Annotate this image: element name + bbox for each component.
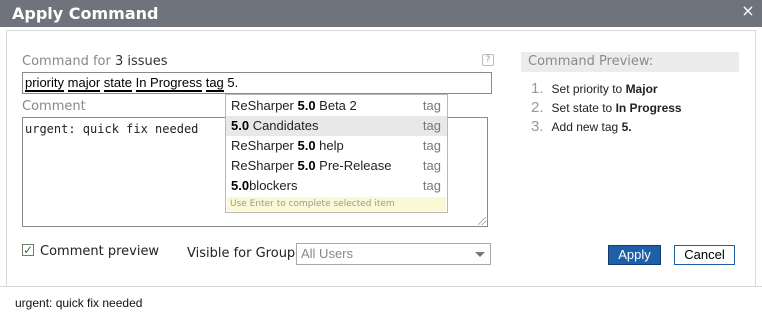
suggestion-type: tag bbox=[422, 98, 441, 113]
command-input[interactable]: priority major state In Progress tag 5. bbox=[22, 72, 492, 94]
suggestion-hint: Use Enter to complete selected item bbox=[227, 197, 446, 211]
suggestion-type: tag bbox=[422, 118, 441, 133]
preview-item-number: 1. bbox=[531, 80, 544, 97]
preview-item-text: Set state to bbox=[551, 101, 613, 115]
command-preview-title: Command Preview: bbox=[521, 52, 739, 72]
dialog-titlebar: Apply Command × bbox=[0, 0, 762, 27]
command-token: tag bbox=[205, 75, 224, 92]
suggestion-type: tag bbox=[422, 138, 441, 153]
issue-count: 3 issues bbox=[114, 54, 168, 69]
command-token: major bbox=[67, 75, 101, 92]
visible-group-select[interactable]: All Users bbox=[296, 243, 491, 265]
preview-item-value: 5. bbox=[621, 120, 632, 134]
chevron-down-icon bbox=[475, 252, 485, 257]
preview-item-number: 3. bbox=[531, 118, 544, 135]
suggestion-type: tag bbox=[422, 158, 441, 173]
resize-grip-icon[interactable] bbox=[478, 217, 486, 225]
preview-item-value: In Progress bbox=[615, 101, 682, 115]
comment-preview-checkbox[interactable]: ✓ bbox=[22, 244, 34, 256]
comment-preview-text: urgent: quick fix needed bbox=[15, 296, 143, 310]
suggestion-dropdown: ReSharper 5.0 Beta 2 tag 5.0 Candidates … bbox=[225, 94, 448, 213]
apply-button[interactable]: Apply bbox=[608, 245, 661, 265]
comment-label: Comment bbox=[22, 99, 86, 114]
suggestion-item[interactable]: ReSharper 5.0 Beta 2 tag bbox=[226, 96, 447, 116]
cancel-button[interactable]: Cancel bbox=[674, 245, 735, 265]
command-label: Command for 3 issues bbox=[22, 54, 168, 69]
close-icon[interactable]: × bbox=[740, 3, 756, 19]
suggestion-item[interactable]: ReSharper 5.0 Pre-Release tag bbox=[226, 156, 447, 176]
dialog-title: Apply Command bbox=[12, 4, 159, 23]
command-token-current: 5. bbox=[227, 75, 239, 90]
preview-item: 1. Set priority to Major bbox=[531, 80, 658, 97]
visible-group-label: Visible for Group: bbox=[187, 246, 300, 261]
comment-preview-label[interactable]: Comment preview bbox=[40, 244, 159, 259]
suggestion-item[interactable]: 5.0blockers tag bbox=[226, 176, 447, 196]
preview-item-text: Set priority to bbox=[551, 82, 623, 96]
preview-item-value: Major bbox=[625, 82, 658, 96]
command-label-prefix: Command for bbox=[22, 54, 111, 69]
preview-item-number: 2. bbox=[531, 99, 544, 116]
preview-item: 3. Add new tag 5. bbox=[531, 118, 632, 135]
suggestion-label: 5.0 Candidates bbox=[231, 118, 319, 133]
preview-item-text: Add new tag bbox=[551, 120, 619, 134]
suggestion-label: 5.0blockers bbox=[231, 178, 298, 193]
preview-item: 2. Set state to In Progress bbox=[531, 99, 682, 116]
suggestion-item[interactable]: ReSharper 5.0 help tag bbox=[226, 136, 447, 156]
command-token: state bbox=[103, 75, 132, 92]
help-icon[interactable]: ? bbox=[482, 54, 494, 66]
visible-group-value: All Users bbox=[301, 246, 354, 261]
suggestion-label: ReSharper 5.0 Beta 2 bbox=[231, 98, 357, 113]
command-token: priority bbox=[25, 75, 65, 92]
suggestion-type: tag bbox=[422, 178, 441, 193]
suggestion-item-selected[interactable]: 5.0 Candidates tag bbox=[226, 116, 447, 136]
command-token: In Progress bbox=[135, 75, 203, 92]
suggestion-label: ReSharper 5.0 Pre-Release bbox=[231, 158, 392, 173]
comment-text: urgent: quick fix needed bbox=[25, 122, 199, 136]
suggestion-label: ReSharper 5.0 help bbox=[231, 138, 344, 153]
